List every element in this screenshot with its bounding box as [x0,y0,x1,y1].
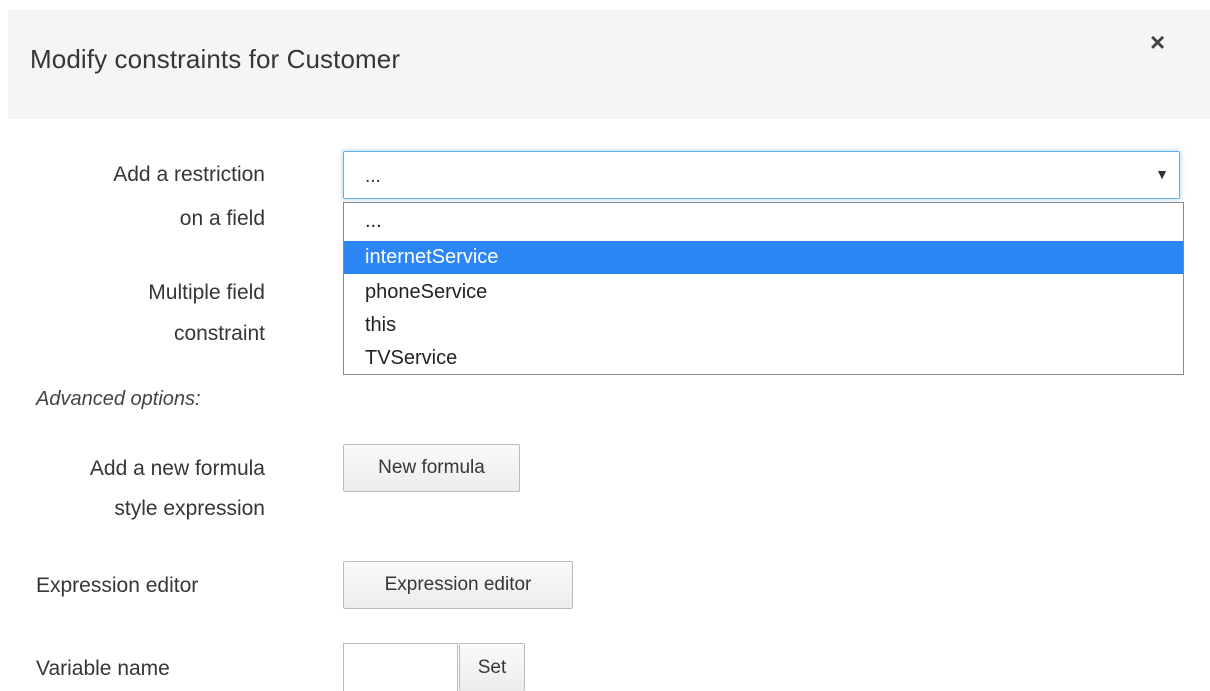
field-select[interactable]: ... ▼ [343,151,1180,199]
expression-editor-label: Expression editor [36,574,199,597]
close-icon[interactable]: × [1150,29,1165,55]
dialog-title: Modify constraints for Customer [30,44,401,74]
variable-name-input[interactable] [343,643,458,691]
advanced-options-label: Advanced options: [36,388,201,410]
formula-label-line1: Add a new formula [89,457,265,480]
dropdown-option-ellipsis[interactable]: ... [344,205,1183,238]
formula-label-line2: style expression [114,497,265,520]
dropdown-option-tvservice[interactable]: TVService [344,342,1183,375]
restriction-label-line2: on a field [179,207,265,230]
restriction-label-line1: Add a restriction [113,163,265,186]
field-select-dropdown: ... internetService phoneService this TV… [343,202,1184,375]
dropdown-option-internetservice[interactable]: internetService [344,241,1183,274]
multiple-label-line2: constraint [173,322,265,345]
chevron-down-icon[interactable]: ▼ [1155,166,1169,182]
field-select-value: ... [365,166,381,187]
dropdown-option-phoneservice[interactable]: phoneService [344,276,1183,309]
dropdown-option-this[interactable]: this [344,309,1183,342]
multiple-label-line1: Multiple field [148,281,265,304]
set-button[interactable]: Set [459,643,525,691]
expression-editor-button[interactable]: Expression editor [343,561,573,609]
new-formula-button[interactable]: New formula [343,444,520,492]
variable-name-label: Variable name [36,657,170,680]
